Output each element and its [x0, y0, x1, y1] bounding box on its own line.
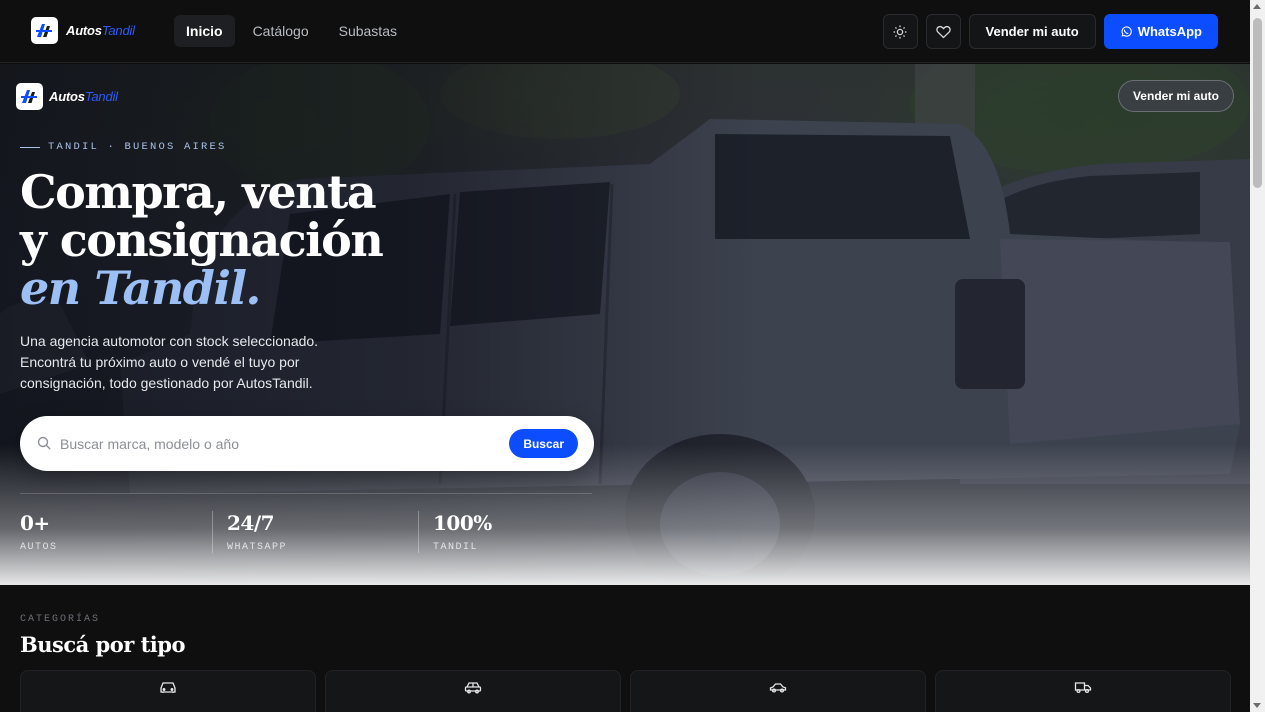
hero-sell-car-button[interactable]: Vender mi auto [1117, 80, 1234, 112]
scroll-thumb[interactable] [1253, 18, 1262, 188]
category-card-suv[interactable] [325, 670, 621, 712]
logo-mark-icon [31, 17, 58, 44]
headline-line-3: en Tandil. [20, 261, 261, 315]
scroll-up-arrow-icon[interactable] [1253, 4, 1261, 9]
search-button[interactable]: Buscar [509, 429, 578, 458]
brand-logo[interactable]: AutosTandil [31, 17, 135, 44]
stat-tandil: 100% TANDIL [418, 511, 624, 553]
stat-label: WHATSAPP [227, 542, 288, 553]
truck-icon [1074, 682, 1092, 694]
headline-line-2: y consignación [20, 213, 384, 267]
hero-brand-name: AutosTandil [49, 89, 118, 104]
stat-whatsapp: 24/7 WHATSAPP [212, 511, 418, 553]
stat-value: 24/7 [227, 511, 275, 535]
stat-value: 0+ [20, 511, 50, 535]
hero-brand-logo[interactable]: AutosTandil [16, 83, 118, 110]
categories-title: Buscá por tipo [20, 632, 185, 657]
hero-description: Una agencia automotor con stock seleccio… [20, 333, 319, 391]
sell-car-button[interactable]: Vender mi auto [968, 14, 1096, 49]
hero-location-eyebrow: TANDIL · BUENOS AIRES [20, 141, 227, 153]
headline-line-1: Compra, venta [20, 165, 377, 219]
scroll-down-arrow-icon[interactable] [1253, 703, 1261, 708]
category-card-coupe[interactable] [630, 670, 926, 712]
whatsapp-icon [1121, 25, 1132, 37]
nav-link-subastas[interactable]: Subastas [327, 15, 409, 47]
nav-link-catalogo[interactable]: Catálogo [241, 15, 321, 47]
hero-headline: Compra, venta y consignación en Tandil. [20, 165, 384, 315]
category-card-sedan[interactable] [20, 670, 316, 712]
top-navbar: AutosTandil Inicio Catálogo Subastas Ven… [0, 0, 1250, 63]
eyebrow-line [20, 146, 40, 148]
whatsapp-button[interactable]: WhatsApp [1103, 14, 1218, 49]
hero-stats: 0+ AUTOS 24/7 WHATSAPP 100% TANDIL [20, 511, 624, 553]
heart-icon [935, 25, 951, 38]
category-cards [20, 670, 1231, 712]
nav-actions: Vender mi auto WhatsApp [882, 14, 1218, 49]
hero-divider [20, 493, 592, 494]
search-input[interactable] [60, 416, 500, 471]
hero-search-bar: Buscar [20, 416, 594, 471]
main-nav: Inicio Catálogo Subastas [174, 15, 409, 47]
category-card-truck[interactable] [935, 670, 1231, 712]
theme-toggle-button[interactable] [882, 14, 918, 49]
categories-eyebrow: CATEGORÍAS [20, 614, 101, 625]
car-suv-icon [464, 682, 482, 694]
stat-label: TANDIL [433, 542, 479, 553]
categories-section: CATEGORÍAS Buscá por tipo [0, 585, 1250, 712]
car-front-icon [160, 682, 176, 693]
stat-label: AUTOS [20, 542, 58, 553]
stat-value: 100% [433, 511, 492, 535]
car-side-icon [769, 683, 787, 693]
hero-eyebrow-text: TANDIL · BUENOS AIRES [48, 141, 227, 153]
page-scrollbar[interactable] [1250, 0, 1265, 712]
sun-icon [893, 25, 907, 38]
search-icon [37, 436, 51, 450]
stat-autos: 0+ AUTOS [20, 511, 212, 553]
nav-link-inicio[interactable]: Inicio [174, 15, 235, 47]
hero-section: AutosTandil Vender mi auto TANDIL · BUEN… [0, 64, 1250, 585]
brand-name: AutosTandil [66, 23, 135, 38]
favorites-button[interactable] [925, 14, 961, 49]
whatsapp-button-label: WhatsApp [1137, 24, 1202, 39]
hero-logo-mark-icon [16, 83, 43, 110]
